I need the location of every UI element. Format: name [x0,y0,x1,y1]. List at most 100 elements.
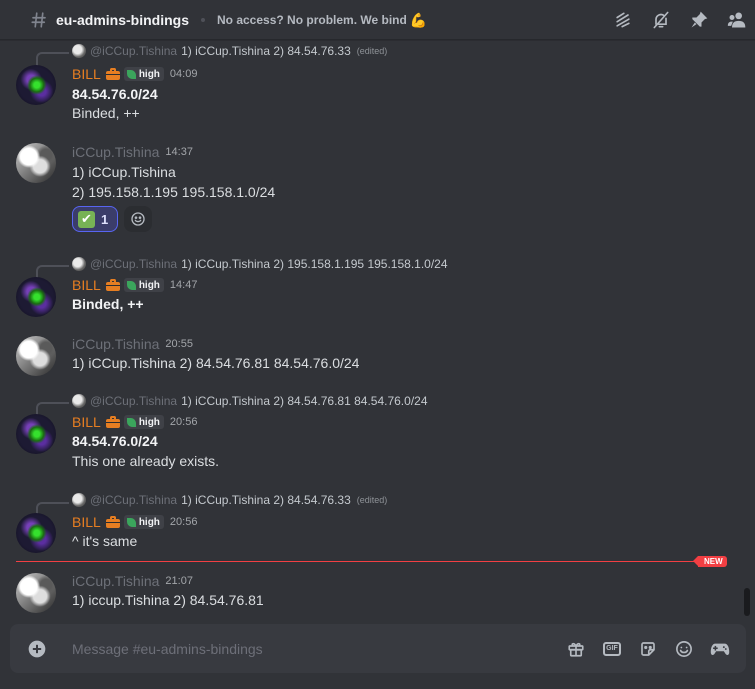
message-item[interactable]: @iCCup.Tishina 1) iCCup.Tishina 2) 84.54… [0,391,740,477]
role-tag[interactable]: high [123,515,164,529]
smiley-icon [131,212,145,226]
username[interactable]: iCCup.Tishina [72,334,159,354]
avatar[interactable] [16,143,56,183]
message-item[interactable]: iCCup.Tishina 21:07 1) iccup.Tishina 2) … [0,571,740,615]
role-tag[interactable]: high [123,415,164,429]
message-item[interactable]: iCCup.Tishina 14:37 1) iCCup.Tishina 2) … [0,141,740,237]
message-item[interactable]: @iCCup.Tishina 1) iCCup.Tishina 2) 195.1… [0,254,740,320]
composer-toolbar: GIF [566,624,746,673]
username[interactable]: iCCup.Tishina [72,571,159,591]
message-line: 1) iccup.Tishina 2) 84.54.76.81 [72,592,264,608]
reply-preview[interactable]: @iCCup.Tishina 1) iCCup.Tishina 2) 84.54… [72,492,387,508]
username[interactable]: BILL [72,275,101,295]
channel-topic-text: No access? No problem. We bind [217,12,407,27]
timestamp[interactable]: 14:47 [170,279,198,291]
leaf-icon [126,69,136,79]
reply-edited-label: (edited) [356,46,388,56]
reply-preview[interactable]: @iCCup.Tishina 1) iCCup.Tishina 2) 84.54… [72,43,387,59]
attach-plus-button[interactable] [25,637,49,661]
message-line: Binded, ++ [72,296,144,312]
leaf-icon [126,517,136,527]
message-header: BILL high 14:47 [72,275,197,295]
avatar[interactable] [16,513,56,553]
add-reaction-button[interactable] [124,206,152,232]
briefcase-role-icon [105,516,120,528]
role-tag-label: high [138,516,160,528]
message-item[interactable]: @iCCup.Tishina 1) iCCup.Tishina 2) 84.54… [0,41,740,127]
reaction-check[interactable]: ✔ 1 [72,206,118,232]
message-line: 84.54.76.0/24 [72,86,158,102]
message-item[interactable]: iCCup.Tishina 20:55 1) iCCup.Tishina 2) … [0,334,740,378]
reply-avatar [72,493,86,507]
reply-preview[interactable]: @iCCup.Tishina 1) iCCup.Tishina 2) 195.1… [72,256,448,272]
message-line: 2) 195.158.1.195 195.158.1.0/24 [72,184,276,200]
timestamp[interactable]: 14:37 [165,146,193,158]
message-line: Binded, ++ [72,105,140,121]
timestamp[interactable]: 21:07 [165,575,193,587]
reply-text: 1) iCCup.Tishina 2) 84.54.76.33 [181,493,351,507]
header-toolbar [613,0,755,40]
channel-topic[interactable]: No access? No problem. We bind 💪 [217,13,427,27]
gif-icon[interactable]: GIF [602,639,622,659]
scrollbar-thumb[interactable] [744,588,750,616]
message-header: BILL high 20:56 [72,412,197,432]
message-item[interactable]: @iCCup.Tishina 1) iCCup.Tishina 2) 84.54… [0,491,740,557]
timestamp[interactable]: 04:09 [170,68,198,80]
leaf-icon [126,280,136,290]
role-tag-label: high [138,279,160,291]
message-composer: GIF [10,624,746,673]
username[interactable]: BILL [72,412,101,432]
reply-preview[interactable]: @iCCup.Tishina 1) iCCup.Tishina 2) 84.54… [72,393,428,409]
reply-text: 1) iCCup.Tishina 2) 84.54.76.81 84.54.76… [181,394,428,408]
role-tag-label: high [138,68,160,80]
reply-edited-label: (edited) [356,495,388,505]
username[interactable]: BILL [72,512,101,532]
role-tag[interactable]: high [123,67,164,81]
message-header: iCCup.Tishina 21:07 [72,571,193,591]
message-line: ^ it's same [72,533,138,549]
message-header: BILL high 20:56 [72,512,197,532]
message-header: iCCup.Tishina 20:55 [72,334,193,354]
scrollbar-track[interactable] [744,42,752,616]
username[interactable]: iCCup.Tishina [72,142,159,162]
timestamp[interactable]: 20:55 [165,338,193,350]
username[interactable]: BILL [72,64,101,84]
gift-icon[interactable] [566,639,586,659]
reply-author: @iCCup.Tishina [90,44,178,58]
avatar[interactable] [16,65,56,105]
reply-text: 1) iCCup.Tishina 2) 195.158.1.195 195.15… [181,257,448,271]
reply-connector [36,52,69,66]
message-list[interactable]: @iCCup.Tishina 1) iCCup.Tishina 2) 84.54… [0,41,740,616]
reply-avatar [72,257,86,271]
avatar[interactable] [16,277,56,317]
avatar[interactable] [16,414,56,454]
avatar[interactable] [16,573,56,613]
reply-avatar [72,44,86,58]
avatar[interactable] [16,336,56,376]
emoji-icon[interactable] [674,639,694,659]
message-line: 84.54.76.0/24 [72,433,158,449]
new-messages-badge[interactable]: NEW [693,556,727,567]
message-line: 1) iCCup.Tishina 2) 84.54.76.81 84.54.76… [72,355,360,371]
plus-circle-icon [28,640,46,657]
timestamp[interactable]: 20:56 [170,516,198,528]
message-header: iCCup.Tishina 14:37 [72,142,193,162]
message-line: This one already exists. [72,453,220,469]
role-tag-label: high [138,416,160,428]
members-icon[interactable] [727,10,747,30]
role-tag[interactable]: high [123,278,164,292]
reply-avatar [72,394,86,408]
message-header: BILL high 04:09 [72,64,197,84]
reaction-bar: ✔ 1 [72,206,152,232]
timestamp[interactable]: 20:56 [170,416,198,428]
sticker-icon[interactable] [638,639,658,659]
pin-icon[interactable] [689,10,709,30]
threads-icon[interactable] [613,10,633,30]
activities-icon[interactable] [710,639,730,659]
leaf-icon [126,417,136,427]
message-line: 1) iCCup.Tishina [72,164,176,180]
flexed-biceps-emoji-icon: 💪 [409,11,428,28]
new-messages-divider [16,561,727,562]
mute-icon[interactable] [651,10,671,30]
message-input[interactable] [72,637,532,660]
